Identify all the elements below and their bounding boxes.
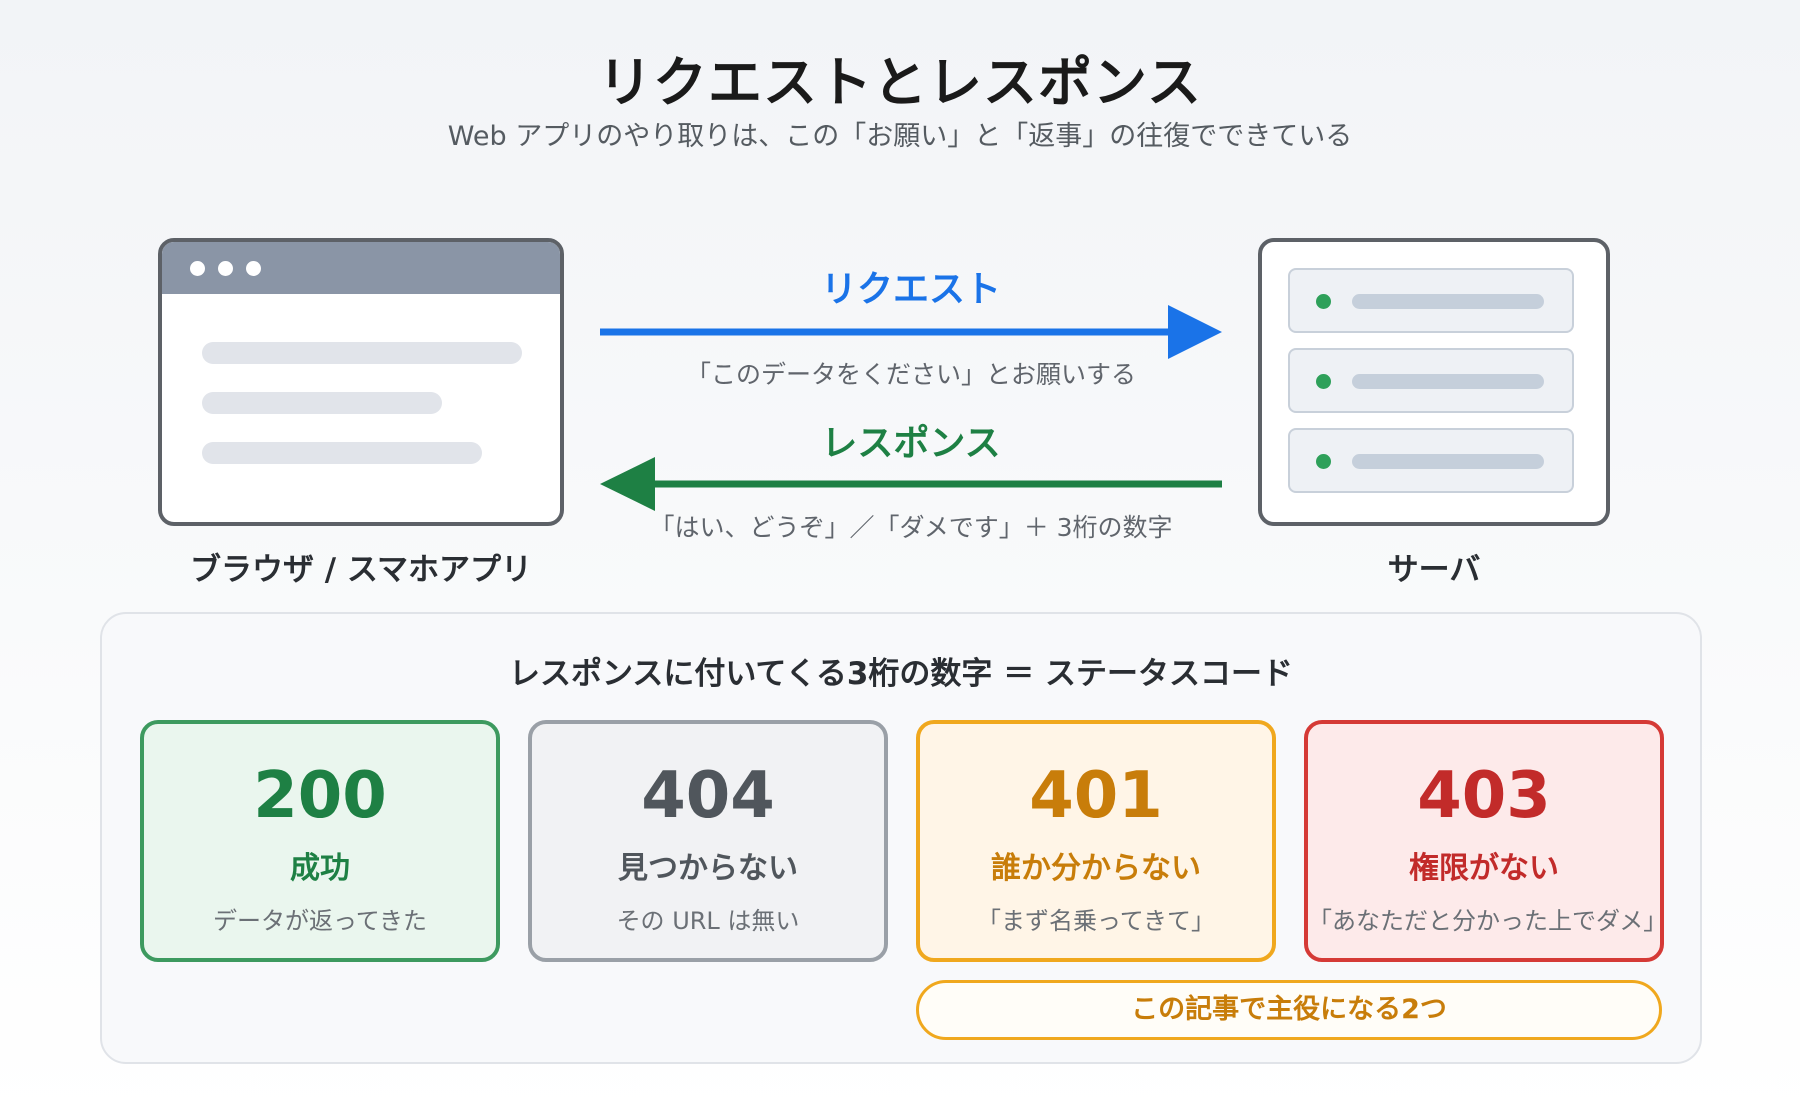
highlight-badge: この記事で主役になる2つ xyxy=(916,980,1662,1040)
status-meaning: 誰か分からない xyxy=(991,851,1201,886)
status-card-401: 401 誰か分からない 「まず名乗ってきて」 xyxy=(916,720,1276,962)
status-panel-title: レスポンスに付いてくる3桁の数字 ＝ ステータスコード xyxy=(508,656,1294,692)
status-card-403: 403 権限がない 「あなただと分かった上でダメ」 xyxy=(1304,720,1668,962)
status-meaning: 成功 xyxy=(290,851,350,886)
request-caption: 「このデータをください」とお願いする xyxy=(685,360,1136,389)
status-code: 401 xyxy=(1029,759,1163,833)
request-label: リクエスト xyxy=(820,269,1001,310)
status-detail: その URL は無い xyxy=(616,907,800,935)
status-detail: データが返ってきた xyxy=(212,907,428,935)
status-meaning: 権限がない xyxy=(1409,851,1559,886)
status-code: 404 xyxy=(641,759,775,833)
response-label: レスポンス xyxy=(821,423,1001,464)
status-card-200: 200 成功 データが返ってきた xyxy=(140,720,500,962)
status-code: 403 xyxy=(1417,759,1551,833)
response-caption: 「はい、どうぞ」／「ダメです」＋ 3桁の数字 xyxy=(649,513,1173,542)
request-arrow-icon xyxy=(600,305,1222,359)
status-code: 200 xyxy=(253,759,387,833)
status-detail: 「あなただと分かった上でダメ」 xyxy=(1308,907,1668,935)
status-card-404: 404 見つからない その URL は無い xyxy=(528,720,888,962)
status-detail: 「まず名乗ってきて」 xyxy=(976,907,1216,935)
status-meaning: 見つからない xyxy=(618,851,798,886)
